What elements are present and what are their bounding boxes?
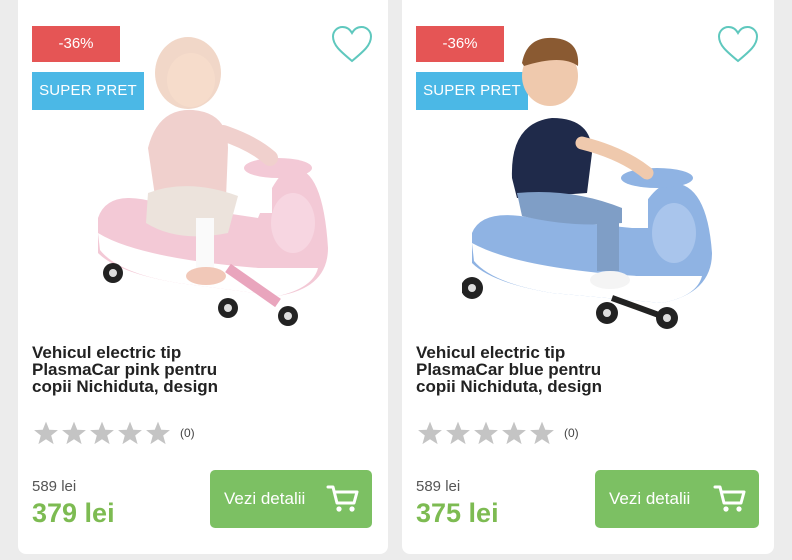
star-icon (474, 421, 498, 445)
product-image[interactable] (462, 18, 722, 338)
star-icon (62, 421, 86, 445)
star-icon (502, 421, 526, 445)
view-details-button[interactable]: Vezi detalii (210, 470, 372, 528)
star-icon (418, 421, 442, 445)
product-title[interactable]: Vehicul electric tip PlasmaCar pink pent… (32, 344, 232, 395)
review-count[interactable]: (0) (564, 426, 579, 440)
view-details-label: Vezi detalii (224, 489, 306, 508)
product-card[interactable]: -36% SUPER PRET Vehicul electric tip Pla… (402, 0, 774, 554)
old-price: 589 lei (416, 478, 461, 495)
heart-icon[interactable] (716, 24, 760, 64)
rating: (0) (32, 420, 195, 446)
star-icon (146, 421, 170, 445)
star-rating (416, 420, 556, 446)
shopping-cart-icon (326, 485, 359, 512)
star-rating (32, 420, 172, 446)
star-icon (530, 421, 554, 445)
view-details-label: Vezi detalii (609, 489, 691, 508)
old-price: 589 lei (32, 478, 77, 495)
shopping-cart-icon (713, 485, 746, 512)
view-details-button[interactable]: Vezi detalii (595, 470, 759, 528)
product-image[interactable] (78, 18, 338, 338)
star-icon (90, 421, 114, 445)
star-icon (446, 421, 470, 445)
star-icon (118, 421, 142, 445)
new-price: 379 lei (32, 498, 115, 528)
product-card[interactable]: -36% SUPER PRET Vehicul electric tip Pla… (18, 0, 388, 554)
rating: (0) (416, 420, 579, 446)
product-title[interactable]: Vehicul electric tip PlasmaCar blue pent… (416, 344, 616, 395)
review-count[interactable]: (0) (180, 426, 195, 440)
new-price: 375 lei (416, 498, 499, 528)
star-icon (34, 421, 58, 445)
